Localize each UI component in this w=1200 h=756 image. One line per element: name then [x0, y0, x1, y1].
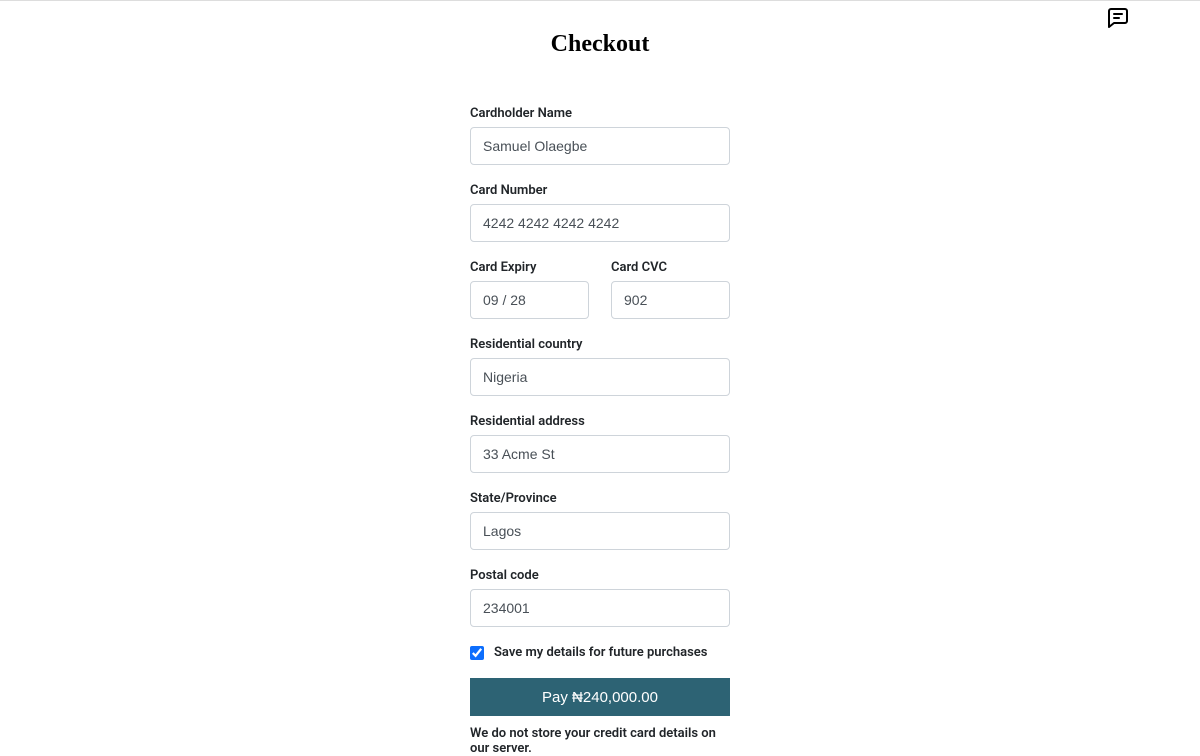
state-label: State/Province: [470, 491, 730, 506]
pay-button[interactable]: Pay ₦240,000.00: [470, 678, 730, 716]
card-cvc-input[interactable]: [611, 281, 730, 319]
card-number-input[interactable]: [470, 204, 730, 242]
chat-icon[interactable]: [1106, 6, 1130, 30]
country-label: Residential country: [470, 337, 730, 352]
cardholder-name-label: Cardholder Name: [470, 106, 730, 121]
save-details-label: Save my details for future purchases: [494, 645, 707, 660]
card-cvc-label: Card CVC: [611, 260, 730, 275]
country-input[interactable]: [470, 358, 730, 396]
card-expiry-label: Card Expiry: [470, 260, 589, 275]
postal-input[interactable]: [470, 589, 730, 627]
address-label: Residential address: [470, 414, 730, 429]
page-title: Checkout: [0, 31, 1200, 58]
save-details-checkbox[interactable]: [470, 646, 484, 660]
cardholder-name-input[interactable]: [470, 127, 730, 165]
card-expiry-input[interactable]: [470, 281, 589, 319]
state-input[interactable]: [470, 512, 730, 550]
postal-label: Postal code: [470, 568, 730, 583]
address-input[interactable]: [470, 435, 730, 473]
disclaimer-text: We do not store your credit card details…: [470, 726, 730, 756]
checkout-form: Cardholder Name Card Number Card Expiry …: [470, 106, 730, 756]
card-number-label: Card Number: [470, 183, 730, 198]
